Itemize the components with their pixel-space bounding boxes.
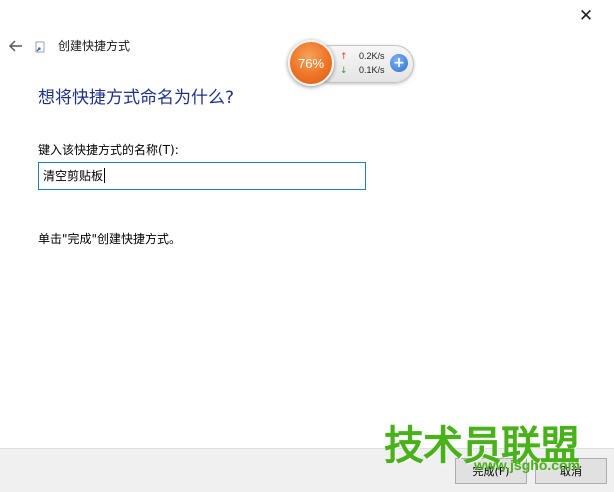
shortcut-name-value: 清空剪贴板 <box>43 169 104 183</box>
name-field-label: 键入该快捷方式的名称(T): <box>38 143 179 157</box>
shortcut-name-input[interactable]: 清空剪贴板 <box>38 162 366 190</box>
memory-usage-ball[interactable]: 76% <box>288 40 334 86</box>
download-arrow-icon: ↓ <box>340 66 348 76</box>
back-button[interactable] <box>6 36 26 56</box>
close-icon: ✕ <box>578 6 594 26</box>
upload-speed: 0.2K/s <box>359 51 385 61</box>
watermark-url: www.jsgho.com <box>474 457 581 473</box>
finish-hint: 单击"完成"创建快捷方式。 <box>38 232 182 246</box>
arrow-left-icon <box>9 40 22 52</box>
plus-icon[interactable]: + <box>390 54 408 72</box>
shortcut-icon <box>35 41 45 53</box>
create-shortcut-dialog: ✕ 创建快捷方式 想将快捷方式命名为什么? 键入该快捷方式的名称(T): 清空剪… <box>0 0 614 492</box>
text-caret <box>104 168 106 183</box>
network-speed-widget[interactable]: 76% ↑ 0.2K/s ↓ 0.1K/s + <box>288 40 414 86</box>
page-heading: 想将快捷方式命名为什么? <box>38 88 235 108</box>
window-title: 创建快捷方式 <box>58 39 131 53</box>
memory-percent: 76% <box>297 55 325 71</box>
upload-arrow-icon: ↑ <box>340 52 348 62</box>
download-speed: 0.1K/s <box>359 65 385 75</box>
close-button[interactable]: ✕ <box>558 0 614 32</box>
